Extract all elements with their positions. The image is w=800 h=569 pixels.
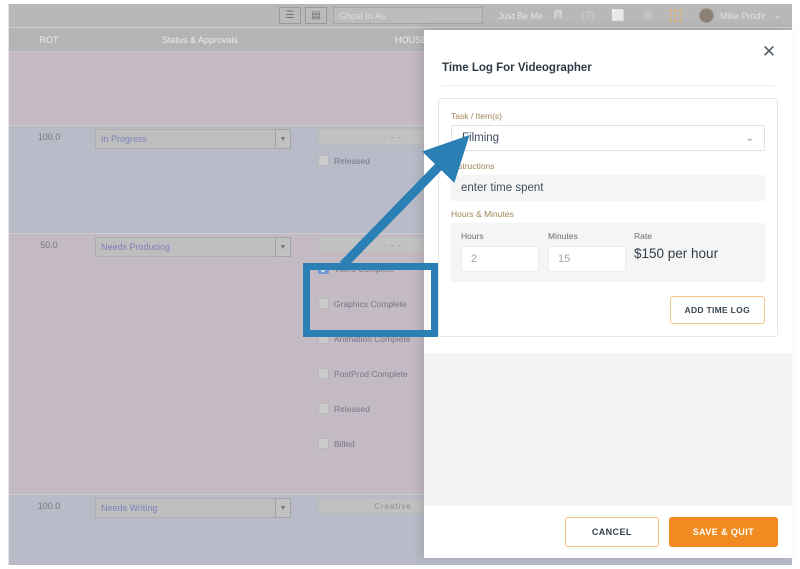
hours-minutes-group: Hours & Minutes Hours 2 Minutes 15 Rate (451, 209, 765, 282)
hours-input[interactable]: 2 (461, 246, 539, 272)
hours-group: Hours 2 (461, 231, 548, 272)
modal-body: Task / Item(s) Filming ⌄ Instructions en… (424, 86, 792, 353)
status-select[interactable]: Needs Writing ▼ (95, 498, 291, 518)
cancel-button[interactable]: CANCEL (564, 517, 659, 547)
rate-value: $150 per hour (634, 246, 719, 261)
cell-rot: 100.0 (37, 501, 61, 511)
checkbox-label: Released (334, 155, 370, 166)
checkbox-icon[interactable] (318, 403, 329, 414)
status-select-value: In Progress (101, 134, 148, 144)
chevron-down-icon[interactable]: ▼ (275, 129, 291, 149)
cell-rot (9, 52, 89, 125)
task-label: Task / Item(s) (451, 111, 503, 121)
rate-label: Rate (634, 231, 652, 241)
mail-icon[interactable]: ✉ (633, 9, 663, 22)
checkbox-icon[interactable] (318, 368, 329, 379)
just-be-me-link[interactable]: Just Be Me (498, 11, 543, 21)
chevron-down-icon[interactable]: ⌄ (774, 10, 782, 21)
modal-header: ✕ Time Log For Videographer (424, 30, 792, 86)
instructions-group: Instructions enter time spent (451, 161, 765, 201)
pin-icon[interactable]: ☰ (279, 7, 301, 24)
user-name-label: Mike Prodir (720, 10, 766, 21)
save-and-quit-button[interactable]: SAVE & QUIT (668, 517, 778, 547)
time-log-modal: ✕ Time Log For Videographer Task / Item(… (424, 30, 792, 558)
modal-footer: CANCEL SAVE & QUIT (424, 506, 792, 558)
hours-minutes-label: Hours & Minutes (451, 209, 514, 219)
chat-icon[interactable]: 🖪 (543, 6, 573, 25)
chevron-down-icon[interactable]: ▼ (275, 498, 291, 518)
cell-rot: 50.0 (40, 240, 58, 250)
minutes-label: Minutes (548, 231, 578, 241)
cell-status (89, 52, 310, 125)
top-toolbar: ☰ ▤ Ghost In As Just Be Me 🖪 (?) ⬜ ✉ Mik… (9, 4, 792, 28)
ghost-in-as-input[interactable]: Ghost In As (333, 7, 483, 24)
column-header-rot: ROT (39, 35, 59, 45)
minutes-group: Minutes 15 (548, 231, 634, 272)
calendar-icon-glyph: ▤ (311, 10, 321, 21)
checkbox-label: Graphics Complete (334, 298, 407, 309)
status-select-value: Needs Writing (101, 503, 158, 513)
status-select[interactable]: Needs Producing ▼ (95, 237, 291, 257)
cell-status: Needs Producing ▼ (89, 234, 310, 494)
pin-icon-glyph: ☰ (285, 10, 295, 21)
cell-status: In Progress ▼ (89, 126, 310, 233)
add-time-log-button[interactable]: ADD TIME LOG (669, 296, 765, 324)
screen: ☰ ▤ Ghost In As Just Be Me 🖪 (?) ⬜ ✉ Mik… (0, 0, 800, 569)
checkbox-icon[interactable] (318, 298, 329, 309)
rate-group: Rate $150 per hour (634, 231, 755, 261)
column-header-status: Status & Approvals (161, 35, 239, 45)
cell-status: Needs Writing ▼ (89, 495, 310, 565)
close-icon[interactable]: ✕ (760, 43, 778, 62)
checkbox-label: Billed (334, 438, 355, 449)
instructions-label: Instructions (451, 161, 495, 171)
checkbox-icon[interactable] (318, 155, 329, 166)
checkbox-label: Video Complete (334, 263, 395, 274)
ghost-in-as-placeholder: Ghost In As (339, 10, 386, 21)
checkbox-icon[interactable] (318, 263, 329, 274)
checkbox-label: PostProd Complete (334, 368, 408, 379)
calendar-icon[interactable]: ▤ (305, 7, 327, 24)
add-time-log-row: ADD TIME LOG (451, 296, 765, 324)
modal-spacer (424, 353, 792, 506)
hours-label: Hours (461, 231, 484, 241)
chevron-down-icon[interactable]: ⌄ (746, 133, 754, 144)
help-icon-glyph: ? (584, 9, 592, 22)
window-icon[interactable]: ⬜ (603, 9, 633, 22)
avatar[interactable] (699, 8, 715, 23)
apps-grid-icon[interactable] (669, 8, 691, 23)
hours-minutes-box: Hours 2 Minutes 15 Rate $150 per hour (451, 223, 765, 282)
status-select[interactable]: In Progress ▼ (95, 129, 291, 149)
checkbox-icon[interactable] (318, 333, 329, 344)
time-log-card: Task / Item(s) Filming ⌄ Instructions en… (438, 98, 778, 337)
task-select[interactable]: Filming ⌄ (451, 125, 765, 151)
help-icon[interactable]: (?) (573, 10, 603, 22)
task-field-group: Task / Item(s) Filming ⌄ (451, 111, 765, 151)
minutes-input[interactable]: 15 (548, 246, 626, 272)
cell-rot: 100.0 (37, 132, 61, 142)
chevron-down-icon[interactable]: ▼ (275, 237, 291, 257)
checkbox-icon[interactable] (318, 438, 329, 449)
checkbox-label: Released (334, 403, 370, 414)
status-select-value: Needs Producing (101, 242, 171, 252)
task-select-value: Filming (462, 132, 500, 144)
minutes-value: 15 (558, 253, 571, 265)
modal-title: Time Log For Videographer (442, 42, 774, 86)
instructions-value: enter time spent (451, 175, 765, 201)
checkbox-label: Animation Complete (334, 333, 411, 344)
hours-value: 2 (471, 253, 478, 265)
